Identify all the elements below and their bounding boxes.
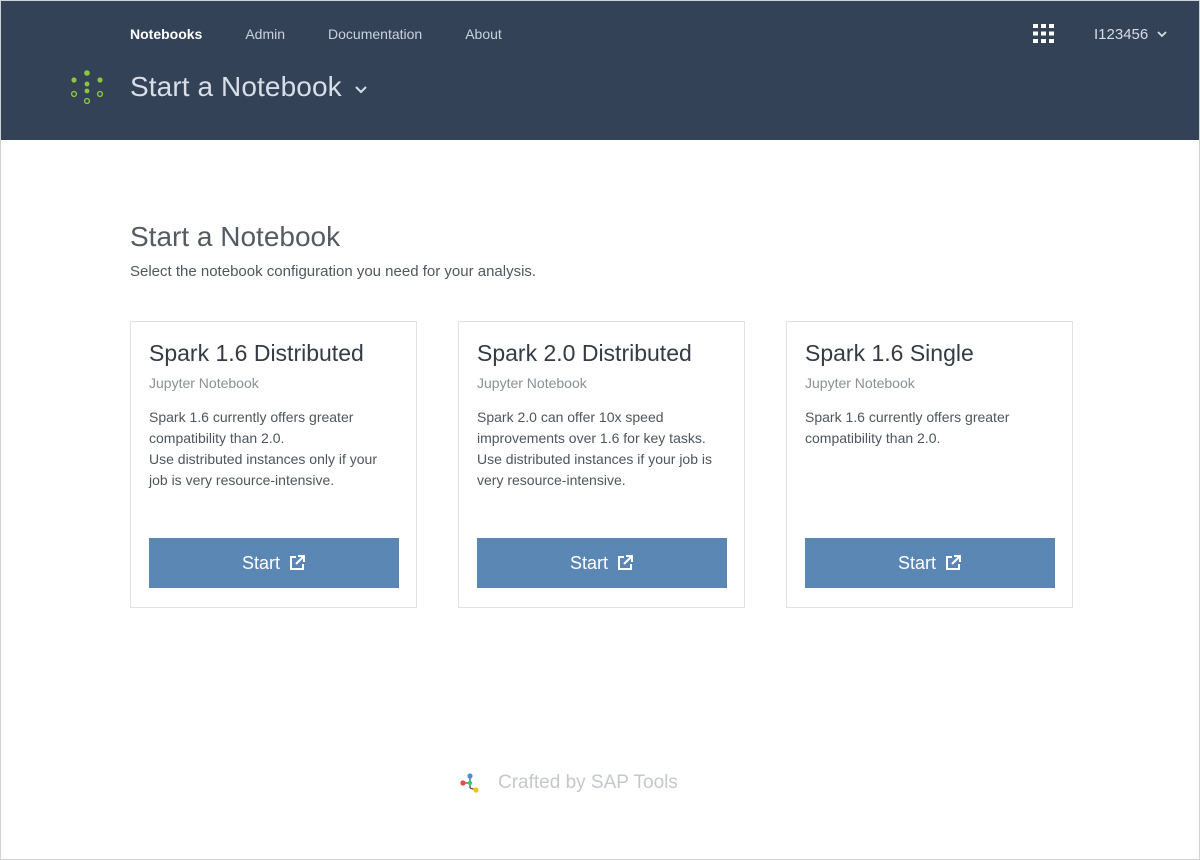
nav-item-admin[interactable]: Admin xyxy=(245,26,285,42)
user-menu[interactable]: I123456 xyxy=(1094,23,1168,45)
footer-text: Crafted by SAP Tools xyxy=(498,772,678,793)
app-grid-icon[interactable] xyxy=(1033,24,1054,43)
header-page-title: Start a Notebook xyxy=(130,71,342,102)
page-switcher[interactable]: Start a Notebook xyxy=(130,68,368,106)
external-link-icon xyxy=(618,555,633,570)
sap-tools-logo-icon xyxy=(460,773,479,793)
card-desc-line: Spark 1.6 currently offers greater xyxy=(805,409,1010,425)
card-spark-16-single: Spark 1.6 Single Jupyter Notebook Spark … xyxy=(786,321,1073,608)
chevron-down-icon xyxy=(355,86,367,94)
card-description: Spark 2.0 can offer 10x speed improvemen… xyxy=(477,407,727,491)
card-type: Jupyter Notebook xyxy=(477,375,587,391)
start-button-label: Start xyxy=(241,552,280,573)
card-title: Spark 1.6 Distributed xyxy=(149,340,364,366)
start-button[interactable]: Start xyxy=(149,538,399,588)
main-nav: Notebooks Admin Documentation About xyxy=(130,23,545,45)
nav-item-notebooks[interactable]: Notebooks xyxy=(130,26,202,42)
card-desc-line: very resource-intensive. xyxy=(477,472,626,488)
card-desc-line: improvements over 1.6 for key tasks. xyxy=(477,430,706,446)
user-id: I123456 xyxy=(1094,25,1149,43)
external-link-icon xyxy=(290,555,305,570)
card-desc-line: Spark 1.6 currently offers greater xyxy=(149,409,354,425)
page-subtitle: Select the notebook configuration you ne… xyxy=(130,263,537,280)
external-link-icon xyxy=(946,555,961,570)
card-type: Jupyter Notebook xyxy=(149,375,259,391)
footer: Crafted by SAP Tools xyxy=(459,770,678,796)
page-title: Start a Notebook xyxy=(130,221,341,252)
dotted-circle-logo-icon xyxy=(70,70,104,104)
card-desc-line: Use distributed instances only if your xyxy=(149,451,377,467)
top-header: Notebooks Admin Documentation About I123… xyxy=(1,1,1199,140)
card-desc-line: job is very resource-intensive. xyxy=(149,472,335,488)
card-desc-line: Use distributed instances if your job is xyxy=(477,451,712,467)
card-title: Spark 1.6 Single xyxy=(805,340,974,366)
start-button[interactable]: Start xyxy=(805,538,1055,588)
card-title: Spark 2.0 Distributed xyxy=(477,340,692,366)
card-description: Spark 1.6 currently offers greater compa… xyxy=(805,407,1055,449)
card-description: Spark 1.6 currently offers greater compa… xyxy=(149,407,399,491)
start-button-label: Start xyxy=(897,552,936,573)
card-desc-line: Spark 2.0 can offer 10x speed xyxy=(477,409,664,425)
card-spark-16-distributed: Spark 1.6 Distributed Jupyter Notebook S… xyxy=(130,321,417,608)
card-type: Jupyter Notebook xyxy=(805,375,915,391)
start-button-label: Start xyxy=(569,552,608,573)
nav-item-documentation[interactable]: Documentation xyxy=(328,26,422,42)
start-button[interactable]: Start xyxy=(477,538,727,588)
card-spark-20-distributed: Spark 2.0 Distributed Jupyter Notebook S… xyxy=(458,321,745,608)
card-desc-line: compatibility than 2.0. xyxy=(805,430,941,446)
nav-item-about[interactable]: About xyxy=(465,26,502,42)
card-desc-line: compatibility than 2.0. xyxy=(149,430,285,446)
chevron-down-icon xyxy=(1157,31,1167,38)
